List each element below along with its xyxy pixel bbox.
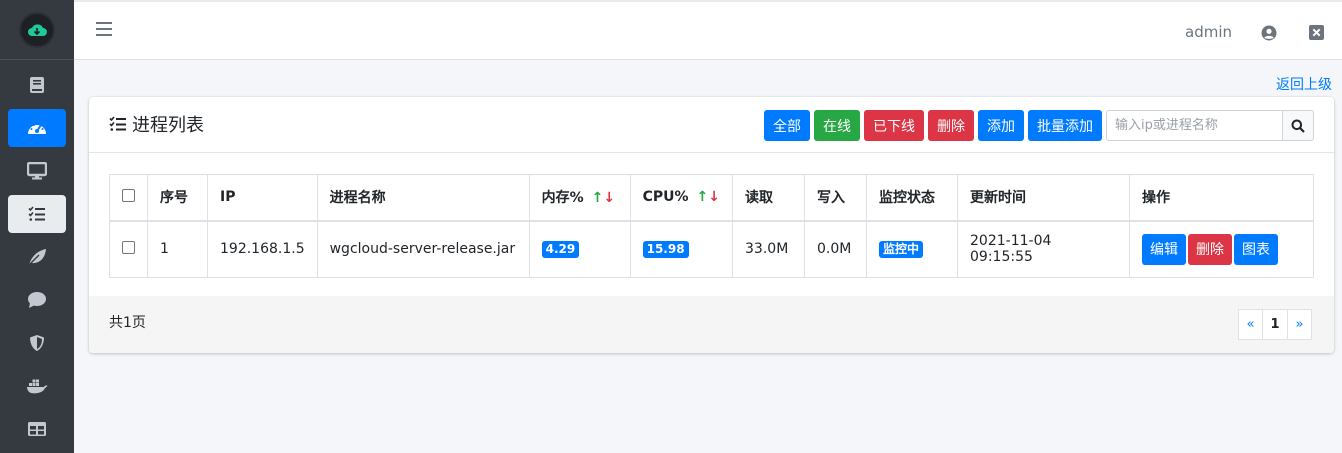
table-icon <box>28 422 46 436</box>
menu-toggle-icon[interactable] <box>96 22 112 38</box>
page-number-button[interactable]: 1 <box>1262 309 1288 340</box>
sidebar-item-comment[interactable] <box>8 281 66 319</box>
sidebar <box>0 0 74 453</box>
sort-up-arrow[interactable]: ↑ <box>697 189 709 205</box>
col-memory[interactable]: 内存% ↑↓ <box>528 174 631 221</box>
topbar: admin <box>74 0 1342 60</box>
table-header-row: 序号 IP 进程名称 内存% ↑↓ CPU% ↑↓ 读取 写入 监控状态 更新时间 … <box>109 174 1314 221</box>
row-ip: 192.168.1.5 <box>207 220 318 278</box>
row-cpu-cell: 15.98 <box>629 220 734 278</box>
row-name: wgcloud-server-release.jar <box>316 220 530 278</box>
row-checkbox[interactable] <box>122 240 135 254</box>
comment-icon <box>28 292 46 308</box>
pagination: « 1 » <box>1238 309 1312 340</box>
brand <box>0 0 74 60</box>
search-icon <box>1291 119 1305 133</box>
row-select-cell <box>109 220 148 278</box>
book-icon <box>30 77 44 93</box>
sidebar-item-table[interactable] <box>8 410 66 448</box>
process-list-card: 进程列表 全部 在线 已下线 删除 添加 批量添加 序号 IP 进程名称 内存%… <box>89 97 1334 353</box>
tasks-icon <box>109 116 126 131</box>
status-badge: 监控中 <box>879 240 924 258</box>
row-read: 33.0M <box>732 220 806 278</box>
select-all-checkbox[interactable] <box>122 188 135 202</box>
col-updated: 更新时间 <box>957 174 1131 221</box>
search-button[interactable] <box>1282 110 1314 141</box>
sidebar-item-docker[interactable] <box>8 367 66 405</box>
row-memory-cell: 4.29 <box>528 220 631 278</box>
username-label[interactable]: admin <box>1185 23 1232 41</box>
page-count-text: 共1页 <box>109 315 146 331</box>
sidebar-nav <box>0 60 74 448</box>
add-button[interactable]: 添加 <box>978 110 1024 141</box>
desktop-icon <box>27 162 47 180</box>
batch-add-button[interactable]: 批量添加 <box>1028 110 1102 141</box>
filter-offline-button[interactable]: 已下线 <box>864 110 924 141</box>
next-page-button[interactable]: » <box>1287 309 1312 340</box>
col-memory-label: 内存% <box>541 190 584 207</box>
memory-badge: 4.29 <box>541 240 580 258</box>
sidebar-item-leaf[interactable] <box>8 238 66 276</box>
row-status-cell: 监控中 <box>866 220 959 278</box>
card-header: 进程列表 全部 在线 已下线 删除 添加 批量添加 <box>89 97 1334 153</box>
user-circle-icon[interactable] <box>1261 25 1277 41</box>
prev-page-button[interactable]: « <box>1238 309 1263 340</box>
sidebar-item-dashboard[interactable] <box>8 109 66 147</box>
row-actions: 编辑 删除 图表 <box>1129 220 1314 278</box>
card-title-text: 进程列表 <box>132 115 204 136</box>
col-write: 写入 <box>804 174 868 221</box>
process-table: 序号 IP 进程名称 内存% ↑↓ CPU% ↑↓ 读取 写入 监控状态 更新时间 … <box>109 174 1314 278</box>
select-all-cell <box>109 174 148 221</box>
row-index: 1 <box>147 220 208 278</box>
col-status: 监控状态 <box>866 174 959 221</box>
col-read: 读取 <box>732 174 806 221</box>
filter-online-button[interactable]: 在线 <box>814 110 860 141</box>
card-footer: 共1页 « 1 » <box>89 296 1334 353</box>
row-delete-button[interactable]: 删除 <box>1188 233 1233 265</box>
sidebar-item-shield[interactable] <box>8 324 66 362</box>
sort-up-arrow[interactable]: ↑ <box>592 190 604 206</box>
sort-arrows[interactable]: ↑↓ <box>592 190 615 206</box>
filter-all-button[interactable]: 全部 <box>764 110 810 141</box>
table-row: 1 192.168.1.5 wgcloud-server-release.jar… <box>109 220 1314 278</box>
sidebar-item-book[interactable] <box>8 66 66 104</box>
sidebar-item-tasks[interactable] <box>8 195 66 233</box>
close-window-icon[interactable] <box>1309 25 1324 40</box>
chart-button[interactable]: 图表 <box>1234 233 1279 265</box>
col-cpu-label: CPU% <box>642 189 689 206</box>
dashboard-icon <box>28 124 46 134</box>
sort-down-arrow[interactable]: ↓ <box>603 190 615 206</box>
col-name: 进程名称 <box>316 174 530 221</box>
search-input[interactable] <box>1106 110 1283 141</box>
sidebar-item-desktop[interactable] <box>8 152 66 190</box>
shield-icon <box>30 335 44 351</box>
col-actions: 操作 <box>1129 174 1314 221</box>
leaf-icon <box>28 249 46 266</box>
col-cpu[interactable]: CPU% ↑↓ <box>629 174 734 221</box>
row-updated: 2021-11-04 09:15:55 <box>957 220 1131 278</box>
docker-icon <box>27 379 48 394</box>
col-ip: IP <box>207 174 318 221</box>
back-link[interactable]: 返回上级 <box>1276 74 1332 94</box>
cloud-logo-icon[interactable] <box>21 13 53 46</box>
row-write: 0.0M <box>804 220 868 278</box>
col-index: 序号 <box>147 174 208 221</box>
sort-down-arrow[interactable]: ↓ <box>708 189 720 205</box>
delete-button[interactable]: 删除 <box>928 110 974 141</box>
cpu-badge: 15.98 <box>642 240 689 258</box>
sort-arrows[interactable]: ↑↓ <box>697 189 720 205</box>
tasks-icon <box>28 206 45 221</box>
edit-button[interactable]: 编辑 <box>1142 233 1187 265</box>
card-title: 进程列表 <box>109 111 204 137</box>
